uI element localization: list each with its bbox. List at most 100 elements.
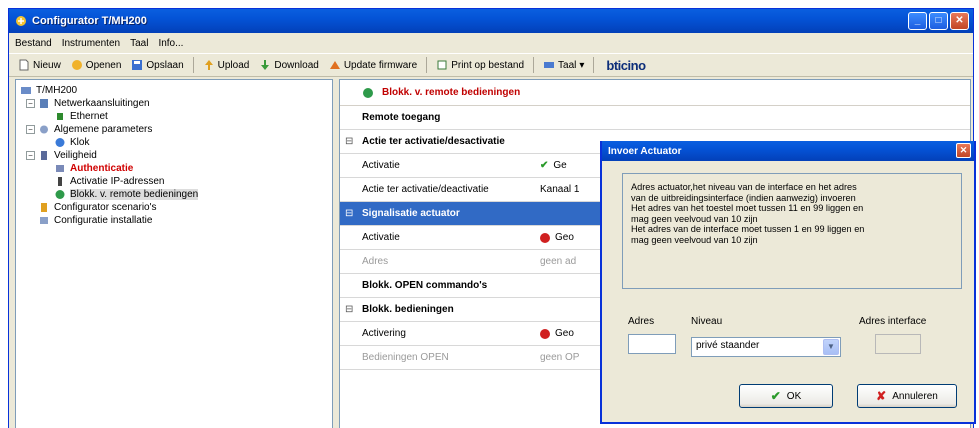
grid-value: Kanaal 1 xyxy=(540,184,580,195)
tree-label: T/MH200 xyxy=(36,85,78,96)
tree-label: Authenticatie xyxy=(70,163,134,174)
panel-header: Blokk. v. remote bedieningen xyxy=(340,80,970,106)
grid-value: geen OP xyxy=(540,352,580,363)
grid-label: Activatie xyxy=(362,232,400,243)
ok-button[interactable]: ✔ OK xyxy=(739,384,833,408)
cancel-x-icon: ✘ xyxy=(876,389,887,403)
stop-icon xyxy=(540,328,550,339)
grid-label: Actie ter activatie/desactivatie xyxy=(362,136,505,147)
network-icon xyxy=(40,99,48,108)
tree-label: Blokk. v. remote bedieningen xyxy=(70,189,199,200)
message-line: mag geen veelvoud van 10 zijn xyxy=(631,213,758,224)
brand-logo: bticino xyxy=(606,57,646,73)
tree-item-algemene-parameters[interactable]: − Algemene parameters xyxy=(20,123,328,136)
tree-label: Configuratie installatie xyxy=(54,215,153,226)
title-bar[interactable]: Configurator T/MH200 _ □ ✕ xyxy=(9,9,973,33)
stop-icon xyxy=(540,232,550,243)
chevron-down-icon[interactable]: ▼ xyxy=(823,339,839,355)
maximize-button[interactable]: □ xyxy=(929,12,948,30)
tree-item-veiligheid[interactable]: − Veiligheid xyxy=(20,149,328,162)
message-line: van de uitbreidingsinterface (indien aan… xyxy=(631,192,856,203)
cancel-label: Annuleren xyxy=(892,390,938,402)
menu-instrumenten[interactable]: Instrumenten xyxy=(62,38,120,49)
print-button[interactable]: Print op bestand xyxy=(433,58,527,72)
language-icon xyxy=(544,62,555,68)
tree-item-authenticatie[interactable]: Authenticatie xyxy=(20,162,328,175)
grid-label: Activering xyxy=(362,328,406,339)
device-icon xyxy=(21,87,31,94)
ok-label: OK xyxy=(786,390,802,402)
grid-label: Adres xyxy=(362,256,389,267)
cancel-button[interactable]: ✘ Annuleren xyxy=(857,384,957,408)
menu-info[interactable]: Info... xyxy=(158,38,183,49)
adres-label: Adres xyxy=(628,316,655,327)
key-icon xyxy=(56,165,64,172)
upload-icon xyxy=(204,60,213,70)
settings-icon xyxy=(40,125,48,134)
collapse-icon[interactable]: − xyxy=(26,151,35,160)
new-document-icon xyxy=(19,59,29,71)
toolbar: Nieuw Openen Opslaan Upload Download Upd… xyxy=(9,53,973,77)
tree-label: Configurator scenario's xyxy=(54,202,157,213)
tree-item-ethernet[interactable]: Ethernet xyxy=(20,110,328,123)
adres-interface-label: Adres interface xyxy=(859,316,927,327)
tree-item-klok[interactable]: Klok xyxy=(20,136,328,149)
minimize-button[interactable]: _ xyxy=(908,12,927,30)
collapse-icon[interactable]: − xyxy=(26,99,35,108)
installation-icon xyxy=(40,217,48,224)
tree-item-configurator-scenarios[interactable]: Configurator scenario's xyxy=(20,201,328,214)
adres-input[interactable] xyxy=(628,334,676,354)
save-label: Opslaan xyxy=(146,59,184,71)
ip-icon xyxy=(58,177,62,186)
print-label: Print op bestand xyxy=(451,59,525,71)
grid-label: Blokk. bedieningen xyxy=(362,304,454,315)
security-icon xyxy=(41,151,47,160)
print-icon xyxy=(437,60,447,70)
upload-button[interactable]: Upload xyxy=(200,58,253,72)
open-button[interactable]: Openen xyxy=(68,58,125,72)
tree-item-configuratie-installatie[interactable]: Configuratie installatie xyxy=(20,214,328,227)
niveau-select[interactable]: privé staander ▼ xyxy=(691,337,841,357)
update-firmware-button[interactable]: Update firmware xyxy=(326,58,420,72)
close-button[interactable]: ✕ xyxy=(950,12,969,30)
grid-label: Activatie xyxy=(362,160,400,171)
window-title: Configurator T/MH200 xyxy=(32,15,147,27)
tree-label: Veiligheid xyxy=(54,150,97,161)
grid-label: Actie ter activatie/deactivatie xyxy=(362,184,489,195)
collapse-icon[interactable]: − xyxy=(26,125,35,134)
tree-item-netwerkaansluitingen[interactable]: − Netwerkaansluitingen xyxy=(20,97,328,110)
collapse-icon[interactable]: ⊟ xyxy=(345,304,353,315)
check-icon: ✔ xyxy=(770,389,781,403)
toolbar-separator xyxy=(533,57,535,73)
tree-item-root[interactable]: T/MH200 xyxy=(20,84,328,97)
update-firmware-label: Update firmware xyxy=(343,59,418,71)
collapse-icon[interactable]: ⊟ xyxy=(345,208,353,219)
grid-section-remote-toegang: Remote toegang xyxy=(340,106,970,130)
grid-label: Signalisatie actuator xyxy=(362,208,460,219)
language-button[interactable]: Taal ▾ xyxy=(540,58,587,72)
save-disk-icon xyxy=(132,60,143,70)
tree-label: Klok xyxy=(70,137,90,148)
grid-value: ✔ Ge xyxy=(540,160,567,171)
save-button[interactable]: Opslaan xyxy=(128,58,186,72)
menu-taal[interactable]: Taal xyxy=(130,38,148,49)
scenario-icon xyxy=(41,203,47,212)
invoer-actuator-dialog: Invoer Actuator ✕ Adres actuator,het niv… xyxy=(600,141,976,424)
download-icon xyxy=(261,60,270,70)
collapse-icon[interactable]: ⊟ xyxy=(345,136,353,147)
niveau-value: privé staander xyxy=(696,340,760,351)
tree-item-blokk-remote[interactable]: Blokk. v. remote bedieningen xyxy=(20,188,328,201)
dialog-close-button[interactable]: ✕ xyxy=(956,143,971,158)
niveau-label: Niveau xyxy=(691,316,723,327)
tree-item-activatie-ip[interactable]: Activatie IP-adressen xyxy=(20,175,328,188)
grid-value: Geo xyxy=(540,328,574,339)
grid-label: Remote toegang xyxy=(362,112,441,123)
download-button[interactable]: Download xyxy=(256,58,321,72)
tree-label: Ethernet xyxy=(70,111,108,122)
menu-bestand[interactable]: Bestand xyxy=(15,38,52,49)
app-icon xyxy=(16,16,26,26)
upload-label: Upload xyxy=(217,59,250,71)
toolbar-separator xyxy=(192,57,194,73)
dialog-title-bar[interactable]: Invoer Actuator ✕ xyxy=(602,141,974,161)
new-button[interactable]: Nieuw xyxy=(15,58,64,72)
